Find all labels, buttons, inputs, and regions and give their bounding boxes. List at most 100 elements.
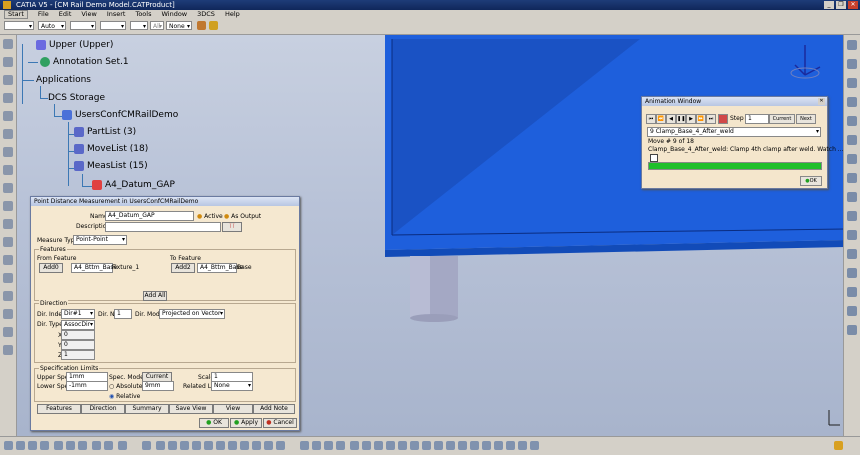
3dcs-tool-icon[interactable] [300, 441, 309, 450]
move-combo[interactable]: 9 Clamp_Base_4_After_weld ▾ [647, 127, 821, 137]
direction-tab-button[interactable]: Direction [81, 404, 125, 414]
dir-type-combo[interactable]: AssocDir [61, 320, 95, 330]
tool-icon[interactable] [847, 154, 857, 164]
save-icon[interactable] [28, 441, 37, 450]
rewind-start-button[interactable]: ⏮ [646, 114, 656, 124]
tool-icon[interactable] [847, 325, 857, 335]
tool-icon[interactable] [847, 230, 857, 240]
save-view-tab-button[interactable]: Save View [169, 404, 213, 414]
menu-view[interactable]: View [81, 10, 96, 19]
menu-start[interactable]: Start [4, 10, 28, 19]
3dcs-tool-icon[interactable] [398, 441, 407, 450]
tree-node-upper[interactable]: Upper (Upper) [36, 40, 113, 50]
menu-tools[interactable]: Tools [135, 10, 151, 19]
absolute-radio[interactable]: ○ Absolute [109, 383, 142, 390]
3dcs-tool-icon[interactable] [530, 441, 539, 450]
tool-icon[interactable] [3, 57, 13, 67]
3dcs-tool-icon[interactable] [386, 441, 395, 450]
active-checkbox[interactable]: ● Active [197, 213, 223, 220]
3dcs-tool-icon[interactable] [410, 441, 419, 450]
dir-index-combo[interactable]: Dir#1 [61, 309, 95, 319]
tool-icon[interactable] [3, 255, 13, 265]
line-thickness-combo[interactable] [70, 21, 96, 31]
tool-icon[interactable] [3, 327, 13, 337]
step-forward-fast-button[interactable]: ⏩ [696, 114, 706, 124]
play-button[interactable]: ▶ [686, 114, 696, 124]
menu-3dcs[interactable]: 3DCS [197, 10, 215, 19]
hide-show-icon[interactable] [264, 441, 273, 450]
redo-icon[interactable] [104, 441, 113, 450]
dialog-ok-button[interactable]: ● OK [199, 418, 229, 428]
restore-button[interactable]: ❐ [836, 1, 846, 9]
tool-icon[interactable] [3, 93, 13, 103]
3dcs-tool-icon[interactable] [422, 441, 431, 450]
minimize-button[interactable]: _ [824, 1, 834, 9]
tool-icon[interactable] [847, 116, 857, 126]
tool-icon[interactable] [3, 345, 13, 355]
description-field[interactable] [105, 222, 221, 232]
close-button[interactable]: ✕ [848, 1, 858, 9]
tool-icon[interactable] [847, 40, 857, 50]
from-feature-field[interactable]: A4_Bttm_Base [71, 263, 117, 273]
tree-node-movelist[interactable]: MoveList (18) [74, 144, 148, 154]
undo-icon[interactable] [92, 441, 101, 450]
from-add-button[interactable]: Add0 [39, 263, 63, 273]
forward-end-button[interactable]: ⏭ [706, 114, 716, 124]
3dcs-tool-icon[interactable] [446, 441, 455, 450]
fit-all-icon[interactable] [168, 441, 177, 450]
tool-icon[interactable] [3, 147, 13, 157]
fly-mode-icon[interactable] [156, 441, 165, 450]
step-back-button[interactable]: ◀ [666, 114, 676, 124]
3dcs-tool-icon[interactable] [482, 441, 491, 450]
tool-icon[interactable] [3, 183, 13, 193]
nominal-field[interactable]: 9mm [142, 381, 174, 391]
to-feature-field[interactable]: A4_Bttm_Base [197, 263, 243, 273]
summary-tab-button[interactable]: Summary [125, 404, 169, 414]
x-field[interactable]: 0 [61, 330, 95, 340]
swap-visible-icon[interactable] [276, 441, 285, 450]
open-icon[interactable] [16, 441, 25, 450]
painter-icon[interactable] [197, 21, 206, 30]
3dcs-tool-icon[interactable] [458, 441, 467, 450]
render-style-combo[interactable]: None [166, 21, 192, 31]
tool-icon[interactable] [3, 75, 13, 85]
tool-icon[interactable] [3, 273, 13, 283]
rotate-icon[interactable] [192, 441, 201, 450]
menu-help[interactable]: Help [225, 10, 240, 19]
3dcs-tool-icon[interactable] [324, 441, 333, 450]
tree-node-annotation-set[interactable]: Annotation Set.1 [40, 57, 129, 67]
properties-icon[interactable] [209, 21, 218, 30]
tree-node-users-conf[interactable]: UsersConfCMRailDemo [62, 110, 178, 120]
3dcs-tool-icon[interactable] [434, 441, 443, 450]
3dcs-tool-icon[interactable] [336, 441, 345, 450]
3dcs-tool-icon[interactable] [494, 441, 503, 450]
dir-mode-combo[interactable]: Projected on Vector [159, 309, 225, 319]
tool-icon[interactable] [3, 129, 13, 139]
add-note-tab-button[interactable]: Add Note [253, 404, 295, 414]
features-tab-button[interactable]: Features [37, 404, 81, 414]
line-type-combo[interactable] [100, 21, 126, 31]
tool-icon[interactable] [847, 192, 857, 202]
name-field[interactable]: A4_Datum_GAP [105, 211, 194, 221]
to-add-button[interactable]: Add2 [171, 263, 195, 273]
shading-icon[interactable] [252, 441, 261, 450]
tree-node-dcs-storage[interactable]: DCS Storage [48, 93, 105, 103]
step-back-fast-button[interactable]: ⏪ [656, 114, 666, 124]
animation-ok-button[interactable]: ●OK [800, 176, 822, 186]
formula-icon[interactable] [142, 441, 151, 450]
add-all-button[interactable]: Add All [143, 291, 167, 301]
animation-close-button[interactable]: ✕ [818, 98, 825, 105]
tool-icon[interactable] [3, 291, 13, 301]
tool-icon[interactable] [3, 309, 13, 319]
transparency-combo[interactable]: Auto [38, 21, 66, 31]
dialog-apply-button[interactable]: ● Apply [230, 418, 262, 428]
tool-icon[interactable] [3, 219, 13, 229]
measure-type-combo[interactable]: Point-Point [73, 235, 127, 245]
zoom-in-icon[interactable] [204, 441, 213, 450]
tool-icon[interactable] [847, 173, 857, 183]
3dcs-tool-icon[interactable] [518, 441, 527, 450]
tool-icon[interactable] [3, 165, 13, 175]
tool-icon[interactable] [847, 78, 857, 88]
tree-node-partlist[interactable]: PartList (3) [74, 127, 136, 137]
3dcs-tool-icon[interactable] [350, 441, 359, 450]
